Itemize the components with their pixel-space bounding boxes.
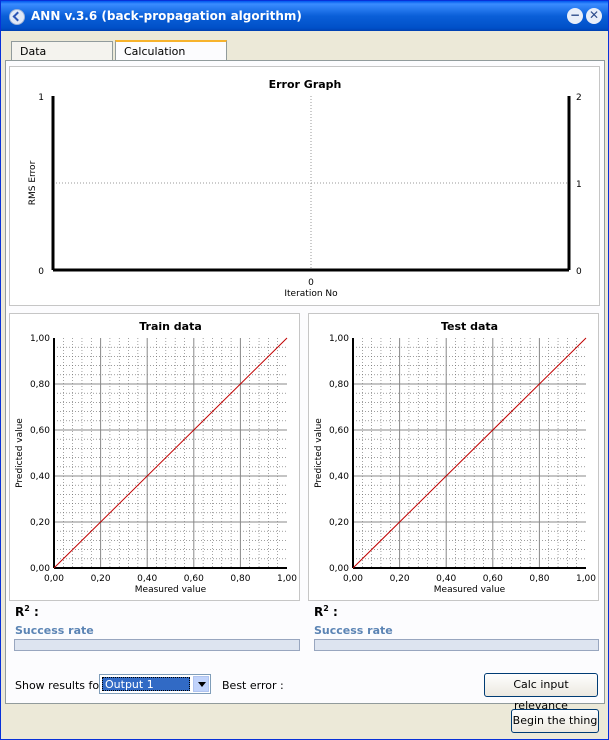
test-success-progress: [314, 639, 599, 651]
error-x-tick-0: 0: [308, 278, 314, 288]
train-y-tick-label: 0,20: [30, 518, 50, 528]
window-title: ANN v.3.6 (back-propagation algorithm): [31, 9, 302, 23]
test-x-tick-label: 0,40: [436, 574, 456, 584]
train-x-tick-label: 0,80: [230, 574, 250, 584]
train-y-tick-label: 0,60: [30, 426, 50, 436]
tab-calculation-outputs[interactable]: Calculation outputs: [115, 40, 227, 77]
error-x-label: Iteration No: [284, 289, 338, 299]
train-y-tick-label: 0,00: [30, 564, 50, 574]
test-y-tick-label: 1,00: [329, 334, 349, 344]
train-x-tick-label: 0,40: [137, 574, 157, 584]
app-icon[interactable]: [9, 9, 25, 25]
begin-button[interactable]: Begin the thing: [511, 709, 599, 733]
error-graph-title: Error Graph: [269, 78, 342, 91]
chevron-down-icon[interactable]: [193, 676, 209, 692]
error-left-tick-1: 1: [38, 93, 44, 103]
best-error-label: Best error :: [222, 679, 284, 692]
train-chart-title: Train data: [139, 320, 202, 333]
tab-data-parameters[interactable]: Data parameters: [11, 41, 113, 77]
test-x-tick-label: 0,00: [343, 574, 363, 584]
test-chart-svg: Test data 0,000,00 0,20 0,20 0,40 0,40 0,60 0,6…: [314, 320, 596, 595]
train-chart-box: Train data 0,00 0,00 0,20 0,20 0,40 0,40 0,60 0,…: [9, 313, 300, 601]
test-y-tick-label: 0,00: [329, 564, 349, 574]
output-select-value[interactable]: Output 1: [102, 677, 190, 691]
train-y-tick-label: 1,00: [30, 334, 50, 344]
train-success-label: Success rate: [15, 624, 94, 637]
error-right-tick-0: 0: [576, 267, 582, 277]
test-success-label: Success rate: [314, 624, 393, 637]
test-x-tick-label: 0,20: [390, 574, 410, 584]
train-chart-svg: Train data 0,000,00 0,20 0,20 0,40 0,40 0,60 0,…: [15, 320, 297, 595]
tab-strip: Data parameters Calculation outputs: [11, 40, 601, 77]
train-r2-label: R2 :: [15, 604, 39, 619]
test-r2-label: R2 :: [314, 604, 338, 619]
train-x-tick-label: 1,00: [277, 574, 297, 584]
close-icon[interactable]: ✕: [586, 8, 602, 24]
error-graph-box: Error Graph 1 0 2 1 0 0 Iteration No RMS…: [9, 66, 600, 306]
train-success-progress: [14, 639, 300, 651]
error-right-tick-2: 2: [576, 93, 582, 103]
train-y-tick-label: 0,40: [30, 472, 50, 482]
test-y-tick-label: 0,20: [329, 518, 349, 528]
show-results-label: Show results for: [15, 679, 104, 692]
test-x-tick-label: 1,00: [576, 574, 596, 584]
test-x-tick-label: 0,80: [529, 574, 549, 584]
test-chart-box: Test data 0,00 0,00 0,20 0,20 0,40 0,40 0,60 0,6…: [308, 313, 599, 601]
train-y-axis-label: Predicted value: [15, 418, 25, 488]
error-graph-svg: Error Graph 1 0 2 1 0 0 Iteration No RMS…: [28, 78, 582, 299]
calc-input-relevance-button[interactable]: Calc input relevance: [484, 673, 598, 712]
error-y-label: RMS Error: [28, 160, 38, 205]
train-x-axis-label: Measured value: [135, 585, 207, 595]
train-x-tick-label: 0,60: [184, 574, 204, 584]
error-left-tick-0: 0: [38, 267, 44, 277]
test-y-axis-label: Predicted value: [314, 418, 324, 488]
title-bar[interactable]: ANN v.3.6 (back-propagation algorithm) −…: [1, 1, 608, 31]
minimize-icon[interactable]: −: [567, 8, 583, 24]
test-y-tick-label: 0,60: [329, 426, 349, 436]
output-select[interactable]: Output 1: [99, 674, 211, 694]
test-x-tick-label: 0,60: [483, 574, 503, 584]
train-y-tick-label: 0,80: [30, 380, 50, 390]
test-x-axis-label: Measured value: [434, 585, 506, 595]
test-y-tick-label: 0,80: [329, 380, 349, 390]
train-x-tick-label: 0,20: [91, 574, 111, 584]
test-chart-title: Test data: [441, 320, 498, 333]
error-right-tick-1: 1: [576, 180, 582, 190]
app-window: ANN v.3.6 (back-propagation algorithm) −…: [0, 0, 609, 740]
test-y-tick-label: 0,40: [329, 472, 349, 482]
train-x-tick-label: 0,00: [44, 574, 64, 584]
